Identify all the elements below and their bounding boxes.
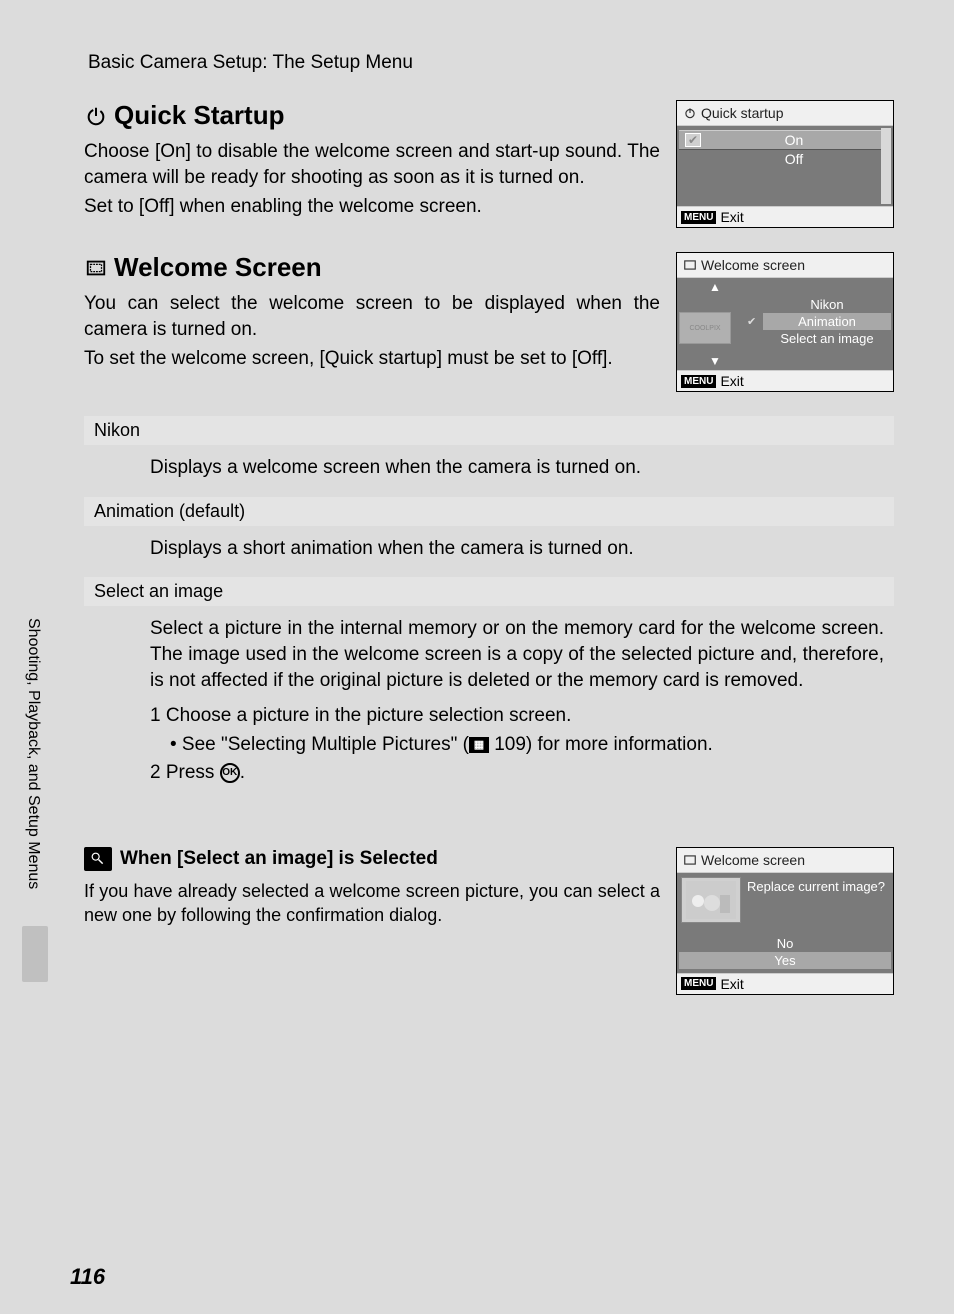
quick-startup-text: Quick Startup Choose [On] to disable the… <box>84 100 660 228</box>
lcd-quick-startup: Quick startup ✔ On Off MENU Exit <box>676 100 894 228</box>
step-2: 2 Press OK. <box>150 760 894 787</box>
quick-startup-title: Quick Startup <box>114 100 284 131</box>
section-quick-startup: Quick Startup Choose [On] to disable the… <box>84 100 894 228</box>
lcd-ws-opt-animation[interactable]: ✔ Animation <box>763 313 891 330</box>
screen-icon <box>84 256 108 280</box>
welcome-screen-para2: To set the welcome screen, [Quick startu… <box>84 346 660 372</box>
step-1: 1 Choose a picture in the picture select… <box>150 703 894 730</box>
down-arrow-icon[interactable]: ▼ <box>709 354 721 368</box>
lcd-ri-foot: MENU Exit <box>677 973 893 994</box>
option-animation-label: Animation (default) <box>84 497 894 526</box>
lcd-ri-thumb <box>681 877 741 923</box>
option-select-image-label: Select an image <box>84 577 894 606</box>
welcome-options: Nikon Displays a welcome screen when the… <box>84 416 894 787</box>
lcd-replace-image: Welcome screen Replace current image? No… <box>676 847 894 995</box>
option-select-image-desc: Select a picture in the internal memory … <box>84 612 894 703</box>
note-icon <box>84 847 112 871</box>
note-section: When [Select an image] is Selected If yo… <box>84 847 894 995</box>
lcd-ws-body: ▲ COOLPIX Nikon ✔ Animation Select an im… <box>677 278 893 370</box>
breadcrumb: Basic Camera Setup: The Setup Menu <box>84 52 894 74</box>
check-icon: ✔ <box>747 315 756 328</box>
option-nikon-label: Nikon <box>84 416 894 445</box>
menu-badge-icon: MENU <box>681 977 716 990</box>
option-animation-desc: Displays a short animation when the came… <box>84 532 894 572</box>
lcd-ws-thumb: COOLPIX <box>679 312 731 344</box>
quick-startup-para1: Choose [On] to disable the welcome scree… <box>84 139 660 190</box>
power-icon <box>84 104 108 128</box>
welcome-screen-para1: You can select the welcome screen to be … <box>84 291 660 342</box>
lcd-qs-scroll <box>881 128 891 204</box>
up-arrow-icon[interactable]: ▲ <box>709 280 721 294</box>
lcd-ri-prompt: Replace current image? <box>747 879 889 895</box>
lcd-qs-option-on[interactable]: ✔ On <box>679 130 891 150</box>
lcd-ri-yes[interactable]: Yes <box>679 952 891 969</box>
lcd-ri-no[interactable]: No <box>679 935 891 952</box>
note-text: When [Select an image] is Selected If yo… <box>84 847 660 928</box>
note-para: If you have already selected a welcome s… <box>84 879 660 928</box>
note-heading: When [Select an image] is Selected <box>84 847 660 871</box>
welcome-screen-text: Welcome Screen You can select the welcom… <box>84 252 660 392</box>
menu-badge-icon: MENU <box>681 211 716 224</box>
lcd-qs-foot: MENU Exit <box>677 206 893 227</box>
lcd-qs-title: Quick startup <box>677 101 893 126</box>
lcd-welcome-screen: Welcome screen ▲ COOLPIX Nikon ✔ Animati… <box>676 252 894 392</box>
quick-startup-para2: Set to [Off] when enabling the welcome s… <box>84 194 660 220</box>
page-ref-icon: ▦ <box>469 737 489 753</box>
page-number: 116 <box>70 1264 105 1290</box>
lcd-ri-title: Welcome screen <box>677 848 893 873</box>
welcome-screen-title: Welcome Screen <box>114 252 322 283</box>
lcd-qs-body: ✔ On Off <box>677 126 893 206</box>
section-welcome-screen: Welcome Screen You can select the welcom… <box>84 252 894 392</box>
check-icon: ✔ <box>685 133 701 147</box>
step-1-bullet: • See "Selecting Multiple Pictures" (▦ 1… <box>150 732 894 759</box>
lcd-ws-foot: MENU Exit <box>677 370 893 391</box>
quick-startup-heading: Quick Startup <box>84 100 660 131</box>
lcd-ri-body: Replace current image? No Yes <box>677 873 893 973</box>
welcome-screen-heading: Welcome Screen <box>84 252 660 283</box>
lcd-qs-option-off[interactable]: Off <box>679 150 891 168</box>
option-select-image-steps: 1 Choose a picture in the picture select… <box>84 703 894 787</box>
lcd-ws-opt-select[interactable]: Select an image <box>763 330 891 347</box>
page-content: Basic Camera Setup: The Setup Menu Quick… <box>24 24 930 1290</box>
lcd-ws-opt-nikon[interactable]: Nikon <box>763 296 891 313</box>
option-nikon-desc: Displays a welcome screen when the camer… <box>84 451 894 491</box>
ok-icon: OK <box>220 763 240 783</box>
menu-badge-icon: MENU <box>681 375 716 388</box>
lcd-ws-title: Welcome screen <box>677 253 893 278</box>
